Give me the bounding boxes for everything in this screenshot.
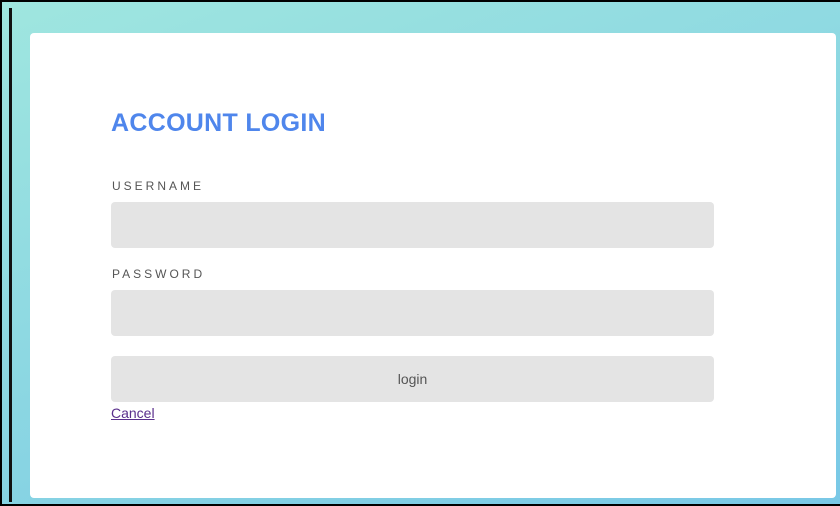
- username-label: USERNAME: [112, 179, 205, 193]
- password-input[interactable]: [111, 290, 714, 336]
- login-card: ACCOUNT LOGIN USERNAME PASSWORD login Ca…: [30, 33, 836, 498]
- username-input[interactable]: [111, 202, 714, 248]
- window-edge-bar: [9, 8, 12, 502]
- cancel-link[interactable]: Cancel: [111, 405, 155, 421]
- login-title: ACCOUNT LOGIN: [111, 109, 326, 137]
- password-label: PASSWORD: [112, 267, 206, 281]
- login-button[interactable]: login: [111, 356, 714, 402]
- page-background: ACCOUNT LOGIN USERNAME PASSWORD login Ca…: [0, 0, 840, 506]
